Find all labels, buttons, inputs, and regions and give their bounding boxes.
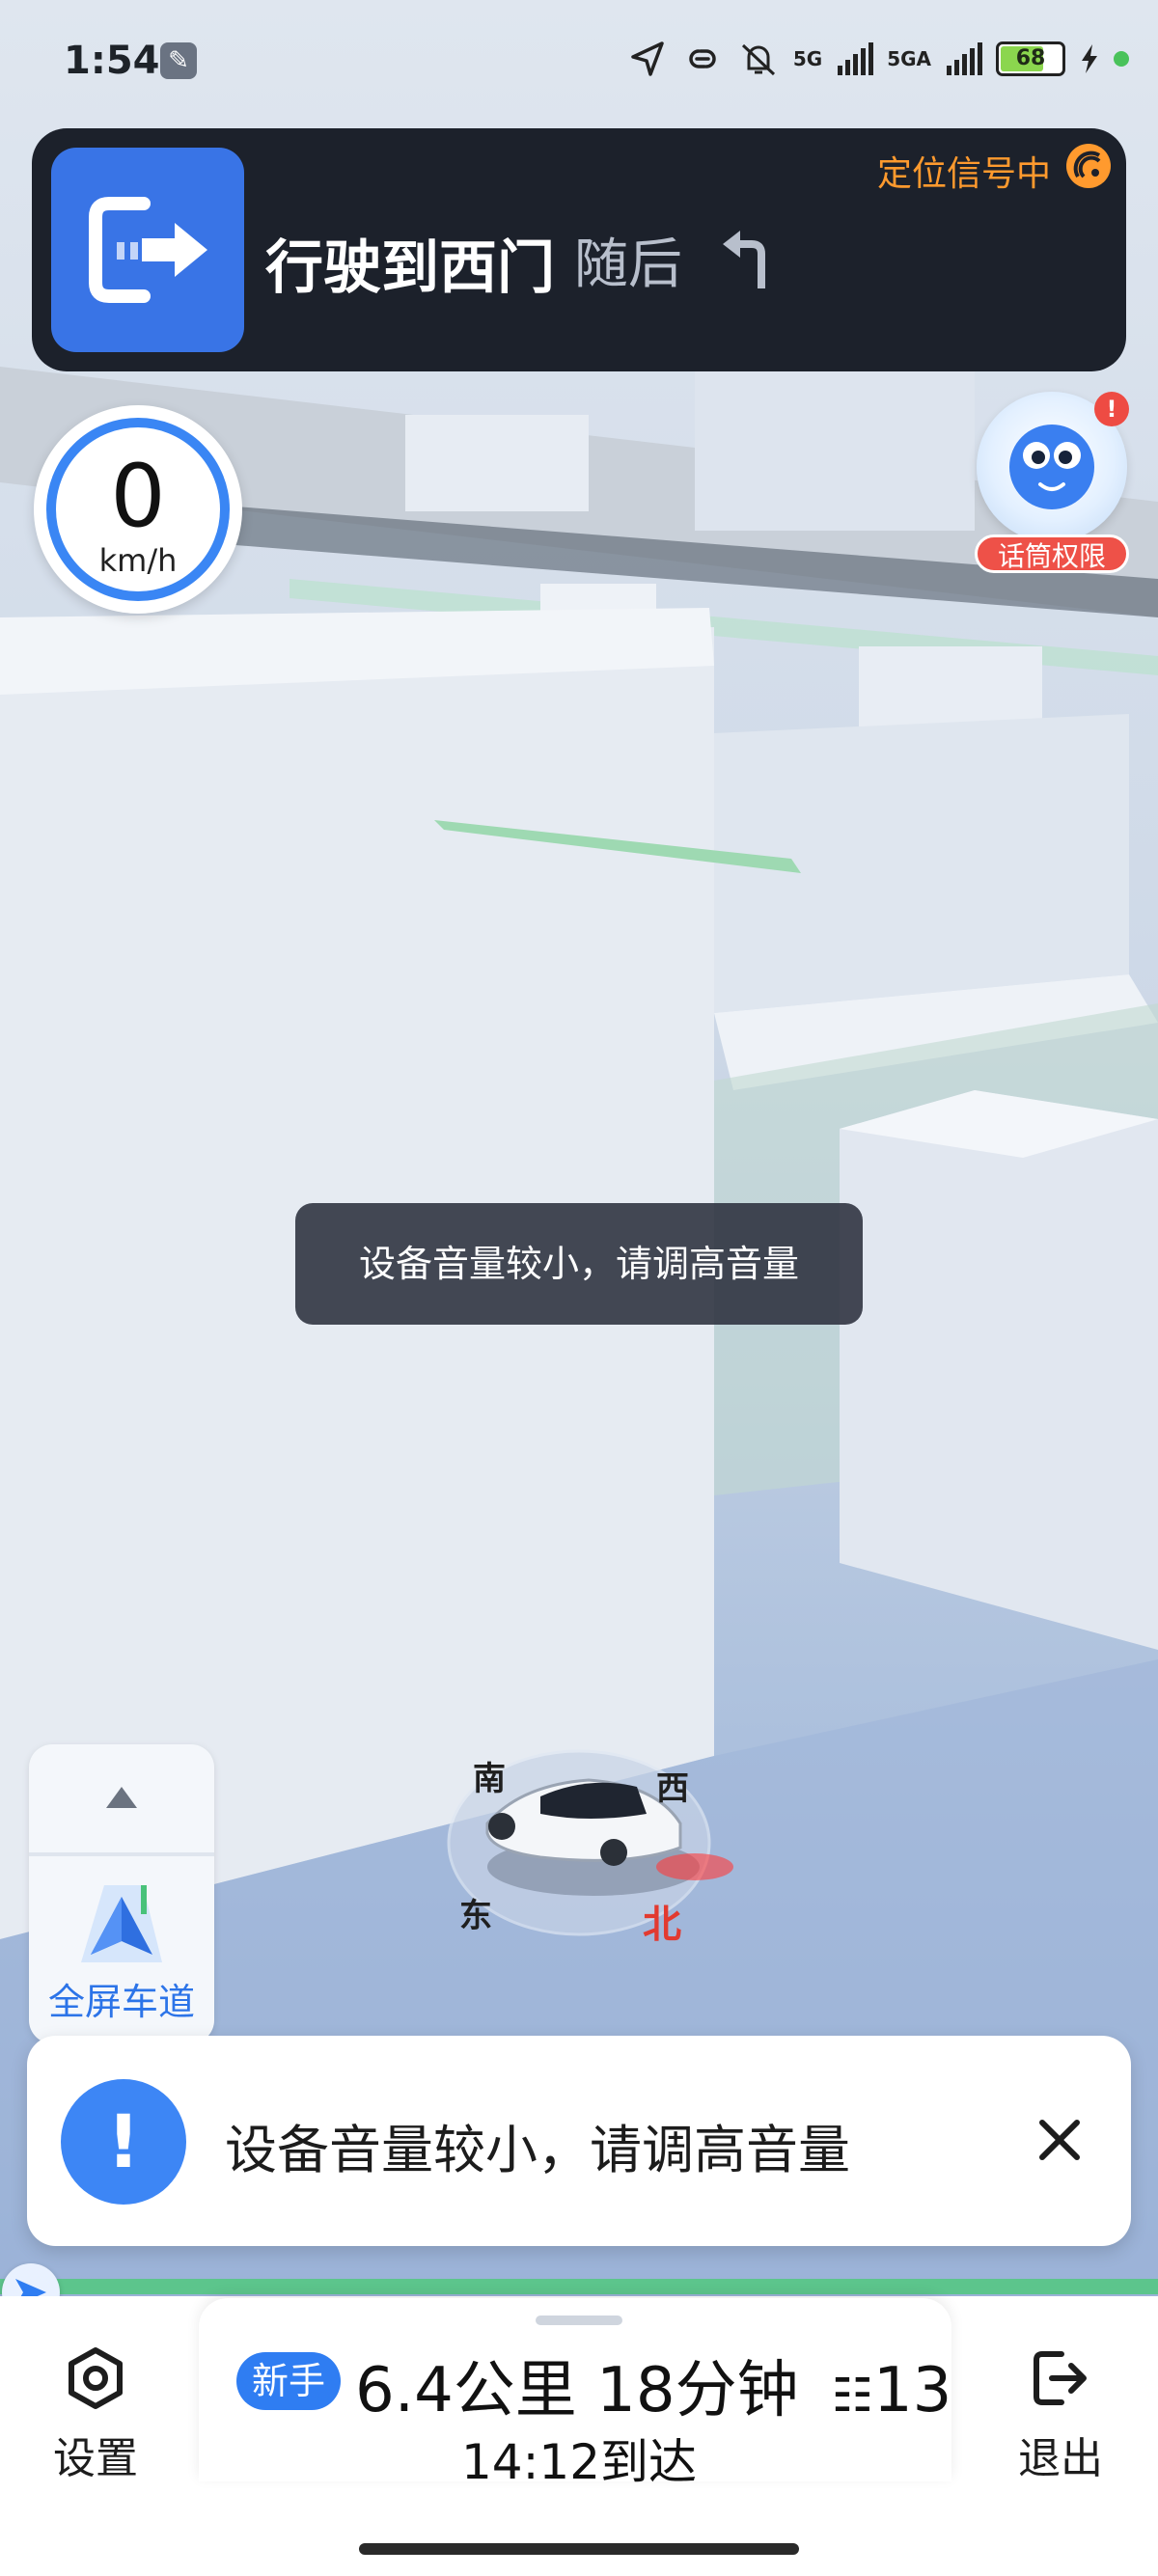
alert-icon: ! bbox=[61, 2079, 186, 2205]
link-icon bbox=[689, 49, 716, 69]
speed-value: 0 bbox=[110, 446, 166, 547]
assistant-alert-badge: ! bbox=[1094, 392, 1129, 426]
nav-instruction-title: 行驶到西门 bbox=[265, 234, 555, 302]
lane-collapse-button[interactable] bbox=[29, 1744, 214, 1850]
nav-then-label: 随后 bbox=[574, 233, 682, 296]
volume-toast: 设备音量较小，请调高音量 bbox=[295, 1203, 863, 1325]
arrival-time: 14:12到达 bbox=[460, 2434, 698, 2490]
close-icon[interactable] bbox=[1031, 2111, 1089, 2169]
chevron-up-icon bbox=[106, 1787, 137, 1808]
exit-turn-icon bbox=[51, 148, 244, 352]
compass-south-label: 南 bbox=[473, 1760, 506, 1798]
exit-icon bbox=[1034, 2351, 1087, 2405]
signal-bars-1-icon bbox=[838, 42, 874, 75]
location-arrow-icon bbox=[631, 41, 664, 76]
gear-icon bbox=[69, 2347, 123, 2409]
voice-assistant-button[interactable]: ! 话筒权限 bbox=[975, 392, 1129, 575]
turn-left-icon bbox=[723, 231, 765, 288]
wrench-icon: ✎ bbox=[160, 42, 197, 79]
route-distance: 6.4公里 bbox=[355, 2355, 577, 2426]
route-progress-strip bbox=[0, 2279, 1158, 2294]
lane-panel: 全屏车道 bbox=[29, 1744, 214, 2043]
network-1-label: 5G bbox=[792, 47, 823, 70]
exit-navigation-button[interactable]: 退出 bbox=[988, 2344, 1133, 2485]
mute-bell-icon bbox=[741, 43, 775, 76]
compass-west-label: 西 bbox=[656, 1769, 689, 1808]
drag-handle[interactable] bbox=[536, 2316, 622, 2325]
route-duration: 18分钟 bbox=[596, 2355, 799, 2426]
compass-east-label: 东 bbox=[459, 1897, 492, 1935]
charging-bolt-icon bbox=[1082, 44, 1097, 73]
volume-notification[interactable]: ! 设备音量较小，请调高音量 bbox=[27, 2036, 1131, 2246]
mic-permission-label[interactable]: 话筒权限 bbox=[975, 534, 1129, 573]
signal-bars-2-icon bbox=[947, 42, 982, 75]
exit-label: 退出 bbox=[1018, 2434, 1103, 2483]
nav-instruction-card[interactable]: 行驶到西门 随后 定位信号中 bbox=[32, 128, 1126, 371]
gps-signal-icon bbox=[1066, 144, 1111, 188]
compass-north-label: 北 bbox=[643, 1903, 681, 1947]
route-summary: 6.4公里 18分钟 ☷13 bbox=[355, 2341, 951, 2429]
network-2-label: 5GA bbox=[887, 47, 931, 70]
privacy-dot-icon bbox=[1114, 51, 1129, 67]
traffic-light-icon: ☷ bbox=[831, 2369, 873, 2423]
status-icons: 5G 5GA 68 bbox=[629, 35, 1129, 83]
lane-arrow-icon[interactable] bbox=[75, 1877, 168, 1970]
status-time: 1:54 bbox=[64, 39, 160, 83]
battery-level: 68 bbox=[1015, 46, 1046, 70]
traffic-light-count: 13 bbox=[872, 2355, 952, 2426]
battery-icon: 68 bbox=[996, 41, 1065, 76]
speedometer: 0 km/h bbox=[34, 405, 242, 614]
lane-divider bbox=[29, 1852, 214, 1856]
notification-message: 设备音量较小，请调高音量 bbox=[225, 2120, 850, 2180]
home-indicator[interactable] bbox=[359, 2543, 799, 2555]
gps-status-text: 定位信号中 bbox=[876, 154, 1051, 194]
full-screen-lane-label[interactable]: 全屏车道 bbox=[29, 1972, 214, 2025]
speed-unit: km/h bbox=[98, 542, 178, 579]
novice-mode-badge[interactable]: 新手 bbox=[236, 2352, 342, 2410]
status-bar: 1:54 ✎ 5G 5GA 68 bbox=[0, 0, 1158, 130]
